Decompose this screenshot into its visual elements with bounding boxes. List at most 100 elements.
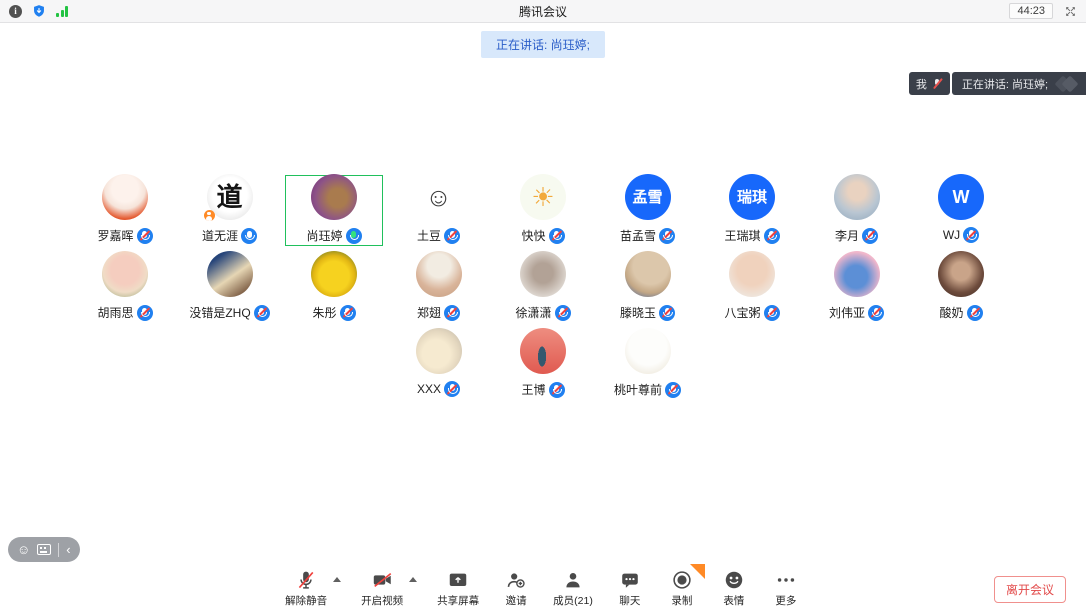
participant-cell[interactable]: 王博 bbox=[491, 326, 596, 403]
security-shield-icon[interactable] bbox=[32, 4, 46, 18]
participant-name: 胡雨思 bbox=[97, 304, 133, 321]
muted-mic-toolbar-icon bbox=[295, 569, 317, 591]
participant-row: 胡雨思 没错是ZHQ bbox=[0, 249, 1086, 326]
share-screen-button[interactable]: 共享屏幕 bbox=[437, 569, 479, 608]
participant-name: 王博 bbox=[521, 381, 545, 398]
keyboard-icon[interactable] bbox=[37, 544, 51, 555]
mic-status-icon bbox=[444, 381, 460, 397]
unmute-button[interactable]: 解除静音 bbox=[285, 569, 327, 608]
smiley-toolbar-icon bbox=[723, 569, 745, 591]
participant-cell[interactable]: ☀ 快快 bbox=[491, 172, 596, 249]
participant-avatar: ☺ bbox=[416, 174, 462, 220]
invite-toolbar-icon bbox=[505, 569, 527, 591]
participant-avatar: 孟雪 bbox=[625, 174, 671, 220]
more-dots-icon bbox=[775, 569, 797, 591]
audio-options-chevron[interactable] bbox=[333, 577, 341, 582]
participant-cell[interactable]: 徐潇潇 bbox=[491, 249, 596, 326]
participant-name: XXX bbox=[417, 382, 441, 396]
tool-label: 聊天 bbox=[619, 593, 640, 608]
participant-cell[interactable]: ☺ 土豆 bbox=[386, 172, 491, 249]
fullscreen-icon[interactable] bbox=[1064, 5, 1077, 18]
mic-status-icon bbox=[555, 305, 571, 321]
meeting-window: 腾讯会议 i 44:23 正在讲话: 尚珏婷; 我 bbox=[0, 0, 1086, 611]
record-toolbar-icon bbox=[671, 569, 693, 591]
participant-name: 朱彤 bbox=[312, 304, 336, 321]
tool-label: 更多 bbox=[775, 593, 796, 608]
mic-status-icon bbox=[549, 382, 565, 398]
participant-avatar bbox=[102, 174, 148, 220]
leave-meeting-button[interactable]: 离开会议 bbox=[994, 576, 1066, 603]
mic-status-icon bbox=[340, 305, 356, 321]
mic-status-icon bbox=[659, 305, 675, 321]
video-options-chevron[interactable] bbox=[409, 577, 417, 582]
chat-toolbar-icon bbox=[619, 569, 641, 591]
more-button[interactable]: 更多 bbox=[771, 569, 801, 608]
participant-cell[interactable]: 滕晓玉 bbox=[595, 249, 700, 326]
participant-avatar bbox=[311, 174, 357, 220]
collapse-chevron-icon[interactable]: ‹ bbox=[66, 543, 70, 557]
participant-cell[interactable]: 李月 bbox=[804, 172, 909, 249]
participant-name: 徐潇潇 bbox=[515, 304, 551, 321]
start-video-button[interactable]: 开启视频 bbox=[361, 569, 403, 608]
mic-status-icon bbox=[254, 305, 270, 321]
network-signal-icon[interactable] bbox=[56, 6, 68, 17]
participant-cell[interactable]: 刘伟亚 bbox=[804, 249, 909, 326]
participant-cell[interactable]: 瑞琪 王瑞琪 bbox=[700, 172, 805, 249]
participant-cell[interactable]: 尚珏婷 bbox=[282, 172, 387, 249]
participant-name: 快快 bbox=[521, 227, 545, 244]
speaking-banner: 正在讲话: 尚珏婷; bbox=[481, 31, 605, 58]
participant-cell[interactable]: 桃叶尊前 bbox=[595, 326, 700, 403]
meeting-info-icon[interactable]: i bbox=[9, 5, 22, 18]
participant-name: 桃叶尊前 bbox=[614, 381, 662, 398]
chat-button[interactable]: 聊天 bbox=[615, 569, 645, 608]
participant-grid: 罗嘉晖 道 道无涯 bbox=[0, 172, 1086, 403]
participant-cell[interactable]: 胡雨思 bbox=[73, 249, 178, 326]
participant-name: WJ bbox=[943, 228, 960, 242]
avatar-text: ☀ bbox=[531, 184, 554, 210]
participant-row: XXX 王博 bbox=[0, 326, 1086, 403]
participant-cell[interactable]: W WJ bbox=[909, 172, 1014, 249]
mic-status-icon bbox=[241, 228, 257, 244]
speaker-overlay: 我 正在讲话: 尚珏婷; bbox=[909, 72, 1086, 95]
record-button[interactable]: 录制 bbox=[667, 569, 697, 608]
mic-status-icon bbox=[862, 228, 878, 244]
muted-mic-icon bbox=[932, 77, 943, 90]
participant-avatar bbox=[520, 251, 566, 297]
emoji-icon[interactable]: ☺ bbox=[17, 543, 30, 556]
emoji-quickbar: ☺ ‹ bbox=[8, 537, 80, 562]
participant-avatar bbox=[416, 251, 462, 297]
app-title: 腾讯会议 bbox=[0, 3, 1086, 20]
mic-status-icon bbox=[868, 305, 884, 321]
participant-name: 刘伟亚 bbox=[829, 304, 865, 321]
overlay-avatars bbox=[1057, 78, 1076, 90]
participant-cell[interactable]: 罗嘉晖 bbox=[73, 172, 178, 249]
invite-button[interactable]: 邀请 bbox=[501, 569, 531, 608]
participant-name: 土豆 bbox=[417, 227, 441, 244]
participant-cell[interactable]: 八宝粥 bbox=[700, 249, 805, 326]
participant-avatar: W bbox=[938, 174, 984, 220]
avatar-text: 瑞琪 bbox=[737, 190, 767, 205]
participant-name: 八宝粥 bbox=[724, 304, 760, 321]
participant-cell[interactable]: 孟雪 苗孟雪 bbox=[595, 172, 700, 249]
share-screen-toolbar-icon bbox=[447, 569, 469, 591]
participant-name: 酸奶 bbox=[939, 304, 963, 321]
participant-cell[interactable]: 酸奶 bbox=[909, 249, 1014, 326]
participant-avatar bbox=[834, 174, 880, 220]
participant-cell[interactable]: 郑翅 bbox=[386, 249, 491, 326]
participant-cell[interactable]: XXX bbox=[386, 326, 491, 403]
participant-cell[interactable]: 朱彤 bbox=[282, 249, 387, 326]
mic-status-icon bbox=[137, 228, 153, 244]
tool-label: 解除静音 bbox=[285, 593, 327, 608]
mic-status-icon bbox=[659, 228, 675, 244]
mic-status-icon bbox=[967, 305, 983, 321]
members-button[interactable]: 成员(21) bbox=[553, 569, 593, 608]
avatar-text: W bbox=[953, 188, 970, 206]
participant-name: 苗孟雪 bbox=[620, 227, 656, 244]
participant-avatar: ☀ bbox=[520, 174, 566, 220]
reactions-button[interactable]: 表情 bbox=[719, 569, 749, 608]
participant-cell[interactable]: 道 道无涯 bbox=[177, 172, 282, 249]
participant-name: 尚珏婷 bbox=[306, 227, 342, 244]
participant-name: 罗嘉晖 bbox=[97, 227, 133, 244]
participant-cell[interactable]: 没错是ZHQ bbox=[177, 249, 282, 326]
tool-label: 邀请 bbox=[506, 593, 527, 608]
